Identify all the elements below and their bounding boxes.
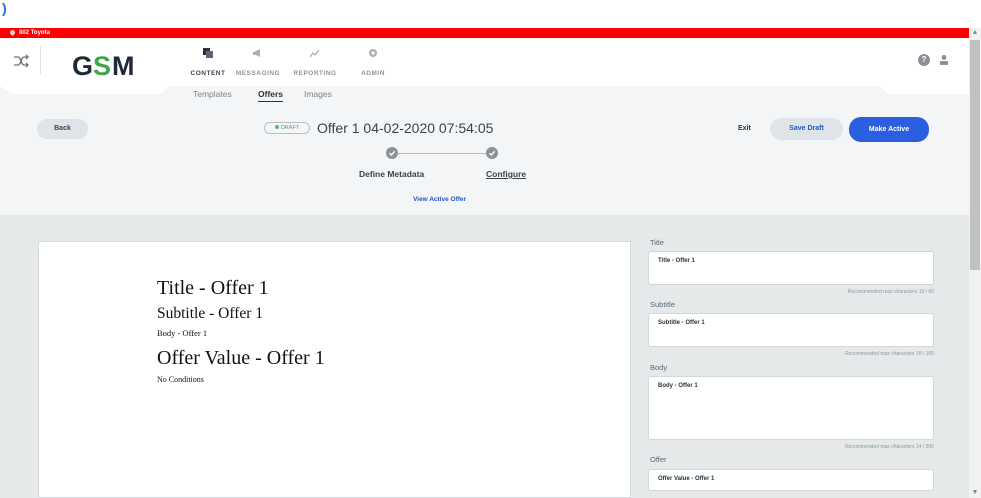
step-label-configure[interactable]: Configure <box>486 169 526 179</box>
scrollbar-thumb[interactable] <box>970 40 980 270</box>
preview-conditions: No Conditions <box>157 375 204 384</box>
offer-field-label: Offer <box>650 455 667 464</box>
status-dot-icon <box>274 124 279 129</box>
user-icon[interactable] <box>938 54 950 66</box>
nav-item-messaging[interactable]: MESSAGING <box>230 48 286 80</box>
editor-header: G S M CONTENT MESSAGING REPORTING ADMIN … <box>0 38 969 215</box>
subtitle-field[interactable]: Subtitle - Offer 1 <box>648 313 934 347</box>
scroll-down-arrow-icon[interactable]: ▼ <box>969 488 981 498</box>
subtitle-field-label: Subtitle <box>650 300 676 309</box>
status-badge: DRAFT <box>264 122 310 134</box>
app-root: G S M CONTENT MESSAGING REPORTING ADMIN … <box>0 38 969 498</box>
chart-icon <box>309 49 320 58</box>
make-active-button[interactable]: Make Active <box>849 117 929 142</box>
offer-preview: Title - Offer 1 Subtitle - Offer 1 Body … <box>38 241 631 498</box>
tab-images[interactable]: Images <box>304 89 332 99</box>
subtitle-char-hint: Recommended max characters 18 / 160 <box>845 351 934 357</box>
page-title: Offer 1 04-02-2020 07:54:05 <box>317 120 494 136</box>
preview-body: Body - Offer 1 <box>157 328 208 338</box>
page-scrollbar[interactable]: ▲ ▼ <box>969 28 981 498</box>
exit-button[interactable]: Exit <box>738 125 751 132</box>
view-active-offer-link[interactable]: View Active Offer <box>0 196 879 203</box>
status-badge-label: DRAFT <box>280 125 300 131</box>
svg-text:S: S <box>93 52 110 78</box>
location-name: 802 Toyota <box>19 30 50 36</box>
title-field[interactable]: Title - Offer 1 <box>648 251 934 285</box>
svg-text:G: G <box>72 52 92 78</box>
nav-item-label: REPORTING <box>293 70 337 77</box>
gear-icon <box>369 49 377 57</box>
preview-offer-value: Offer Value - Offer 1 <box>157 347 325 369</box>
help-icon[interactable]: ? <box>918 54 930 66</box>
top-nav-bar: G S M CONTENT MESSAGING REPORTING ADMIN … <box>0 38 969 86</box>
title-char-hint: Recommended max characters 15 / 80 <box>847 289 934 295</box>
location-pin-icon <box>8 28 17 36</box>
window-corner-glyph: ) <box>2 0 7 16</box>
step-label-define-metadata[interactable]: Define Metadata <box>359 169 424 179</box>
step-connector <box>398 153 486 154</box>
offer-value-field[interactable]: Offer Value - Offer 1 <box>648 469 934 491</box>
step-complete-check-icon[interactable] <box>386 147 398 159</box>
step-complete-check-icon[interactable] <box>486 147 498 159</box>
tab-offers[interactable]: Offers <box>258 89 284 102</box>
svg-text:M: M <box>112 52 134 78</box>
wizard-stepper: Define Metadata Configure <box>356 147 536 187</box>
shuffle-icon[interactable] <box>12 52 30 70</box>
location-bar: 802 Toyota <box>0 28 969 38</box>
back-button[interactable]: Back <box>37 119 88 139</box>
nav-item-label: ADMIN <box>361 70 385 77</box>
topbar-divider <box>40 46 41 74</box>
megaphone-icon <box>253 49 260 57</box>
preview-subtitle: Subtitle - Offer 1 <box>157 305 264 322</box>
nav-item-content[interactable]: CONTENT <box>180 48 236 80</box>
nav-item-label: MESSAGING <box>235 70 281 77</box>
content-icon <box>203 48 213 58</box>
scroll-up-arrow-icon[interactable]: ▲ <box>969 28 981 38</box>
nav-item-reporting[interactable]: REPORTING <box>287 48 343 80</box>
body-field-label: Body <box>650 363 668 372</box>
save-draft-button[interactable]: Save Draft <box>770 118 843 140</box>
gsm-logo[interactable]: G S M <box>72 52 146 78</box>
body-field[interactable]: Body - Offer 1 <box>648 376 934 440</box>
content-subtabs: Templates Offers Images <box>0 89 969 103</box>
nav-item-admin[interactable]: ADMIN <box>345 48 401 80</box>
nav-item-label: CONTENT <box>190 70 226 77</box>
title-field-label: Title <box>650 238 664 247</box>
tab-templates[interactable]: Templates <box>193 89 232 99</box>
preview-title: Title - Offer 1 <box>157 277 269 299</box>
body-char-hint: Recommended max characters 14 / 300 <box>845 444 934 450</box>
